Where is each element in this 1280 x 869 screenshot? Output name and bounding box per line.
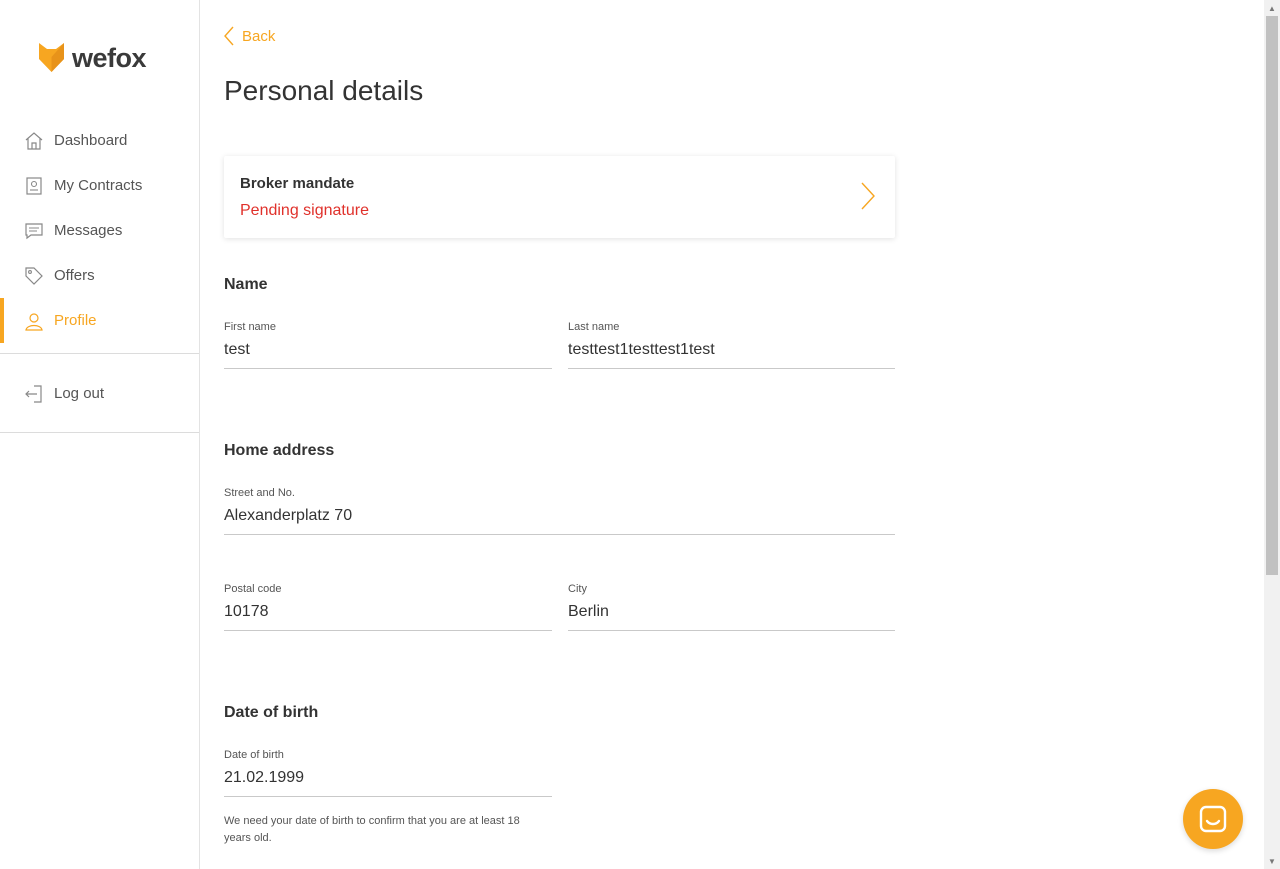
city-field: City <box>568 583 895 631</box>
scroll-up-arrow-icon[interactable]: ▲ <box>1264 0 1280 16</box>
first-name-label: First name <box>224 321 276 333</box>
first-name-input[interactable] <box>224 338 552 362</box>
home-icon <box>24 131 44 151</box>
sidebar-item-profile[interactable]: Profile <box>0 298 199 343</box>
dob-label: Date of birth <box>224 749 284 761</box>
sidebar-item-dashboard[interactable]: Dashboard <box>0 118 199 163</box>
postal-code-field: Postal code <box>224 583 552 631</box>
sidebar-item-label: Messages <box>54 222 123 239</box>
sidebar-item-offers[interactable]: Offers <box>0 253 199 298</box>
sidebar: wefox Dashboard My Contracts Messages Of… <box>0 0 200 869</box>
first-name-field: First name <box>224 321 552 369</box>
broker-mandate-card[interactable]: Broker mandate Pending signature <box>224 156 895 238</box>
street-label: Street and No. <box>224 487 295 499</box>
scroll-thumb[interactable] <box>1266 16 1278 575</box>
sidebar-item-label: Dashboard <box>54 132 128 149</box>
logo-text: wefox <box>72 42 147 73</box>
contract-icon <box>24 176 44 196</box>
logout-label: Log out <box>54 385 105 402</box>
sidebar-item-messages[interactable]: Messages <box>0 208 199 253</box>
dob-section-title: Date of birth <box>224 704 319 721</box>
dob-field: Date of birth <box>224 749 552 797</box>
back-link[interactable]: Back <box>224 26 275 46</box>
sidebar-item-label: Offers <box>54 267 95 284</box>
name-section-title: Name <box>224 276 268 293</box>
address-section-title: Home address <box>224 442 335 459</box>
scroll-down-arrow-icon[interactable]: ▼ <box>1264 853 1280 869</box>
last-name-field: Last name <box>568 321 895 369</box>
dob-hint: We need your date of birth to confirm th… <box>224 815 520 844</box>
scrollbar[interactable]: ▲ ▼ <box>1264 0 1280 869</box>
sidebar-logout: Log out <box>0 371 199 416</box>
sidebar-item-my-contracts[interactable]: My Contracts <box>0 163 199 208</box>
broker-mandate-status: Pending signature <box>240 202 369 219</box>
last-name-input[interactable] <box>568 338 895 362</box>
sidebar-nav: Dashboard My Contracts Messages Offers P… <box>0 118 199 343</box>
street-input[interactable] <box>224 504 895 528</box>
street-field: Street and No. <box>224 487 895 535</box>
wefox-logo[interactable]: wefox <box>39 42 147 73</box>
chevron-right-icon <box>861 182 875 210</box>
sidebar-divider <box>0 432 199 433</box>
postal-code-input[interactable] <box>224 600 552 624</box>
city-label: City <box>568 583 587 595</box>
back-label: Back <box>242 27 276 45</box>
fox-logo-icon <box>39 43 64 72</box>
broker-mandate-title: Broker mandate <box>240 175 355 192</box>
message-icon <box>24 221 44 241</box>
last-name-label: Last name <box>568 321 620 333</box>
sidebar-item-label: My Contracts <box>54 177 143 194</box>
postal-code-label: Postal code <box>224 583 282 595</box>
chevron-left-icon <box>224 26 234 46</box>
sidebar-item-label: Profile <box>54 312 97 329</box>
sidebar-divider <box>0 353 199 354</box>
page-title: Personal details <box>224 75 424 106</box>
chat-icon <box>1199 805 1227 833</box>
user-icon <box>24 311 44 331</box>
chat-button[interactable] <box>1183 789 1243 849</box>
city-input[interactable] <box>568 600 895 624</box>
dob-input[interactable] <box>224 766 552 790</box>
tag-icon <box>24 266 44 286</box>
main-content: Back Personal details Broker mandate Pen… <box>200 0 1264 869</box>
logout-button[interactable]: Log out <box>0 371 199 416</box>
logout-icon <box>24 384 44 404</box>
